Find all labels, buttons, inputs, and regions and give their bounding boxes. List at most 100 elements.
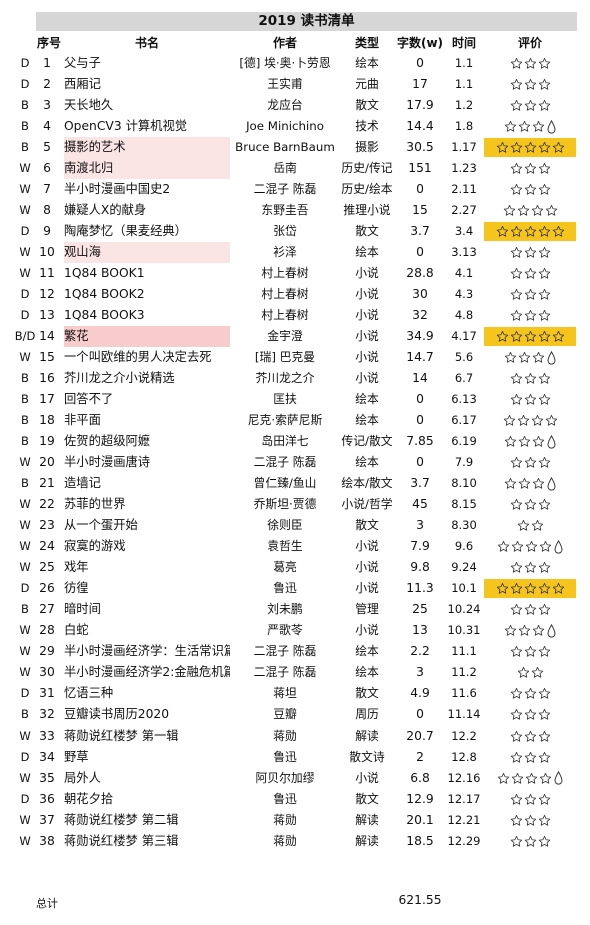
- star-icon: [538, 310, 550, 321]
- type-cell: W: [19, 623, 31, 638]
- genre-cell: 绘本: [355, 455, 379, 470]
- table-row: B 16 芥川龙之介小说精选 芥川龙之介 小说 14 6.7: [0, 368, 590, 389]
- table-row: W 30 半小时漫画经济学2:金融危机篇 二混子 陈磊 绘本 3 11.2: [0, 662, 590, 683]
- row-number: 29: [39, 644, 55, 659]
- read-date: 1.8: [454, 119, 474, 134]
- word-count: 4.9: [410, 686, 430, 701]
- book-title: 1Q84 BOOK3: [64, 308, 145, 323]
- book-title: 半小时漫画中国史2: [64, 182, 171, 197]
- star-icon: [532, 478, 545, 489]
- genre-cell: 管理: [355, 602, 379, 617]
- word-count: 45: [412, 497, 428, 512]
- word-count: 18.5: [406, 833, 434, 848]
- star-icon: [510, 394, 522, 405]
- genre-cell: 绘本: [355, 392, 379, 407]
- genre-cell: 推理小说: [343, 203, 391, 218]
- word-count: 25: [412, 602, 428, 617]
- star-icon: [510, 730, 522, 742]
- word-count: 0: [416, 707, 424, 722]
- star-icon: [496, 226, 508, 237]
- star-icon: [517, 415, 529, 426]
- rating: [484, 579, 576, 599]
- table-row: B 27 暗时间 刘未鹏 管理 25 10.24: [0, 599, 590, 620]
- type-cell: W: [19, 266, 31, 281]
- star-icon: [552, 142, 564, 153]
- star-icon: [531, 415, 543, 426]
- word-count: 17.9: [406, 98, 434, 113]
- rating: [484, 306, 576, 325]
- row-number: 33: [39, 728, 55, 743]
- rating: [484, 117, 576, 136]
- half-star-icon: [554, 771, 563, 785]
- genre-cell: 周历: [355, 707, 379, 722]
- genre-cell: 小说: [355, 371, 379, 386]
- type-cell: D: [20, 224, 30, 239]
- star-icon: [524, 142, 536, 153]
- row-number: 15: [39, 350, 55, 365]
- table-row: D 36 朝花夕拾 鲁迅 散文 12.9 12.17: [0, 789, 590, 810]
- author-cell: 阿贝尔加缪: [255, 770, 315, 785]
- star-icon: [524, 688, 536, 700]
- star-icon: [510, 835, 522, 847]
- star-icon: [538, 562, 550, 574]
- star-icon: [496, 142, 508, 153]
- author-cell: 衫泽: [273, 245, 297, 260]
- read-date: 4.1: [454, 266, 474, 281]
- header-genre: 类型: [354, 36, 379, 50]
- star-icon: [503, 415, 515, 426]
- type-cell: W: [19, 455, 31, 470]
- read-date: 11.14: [447, 707, 481, 722]
- type-cell: B/D: [14, 329, 36, 344]
- word-count: 0: [416, 182, 424, 197]
- author-cell: 严歌苓: [267, 623, 303, 638]
- star-icon: [510, 268, 522, 279]
- book-list: D 1 父与子 [德] 埃·奥·卜劳恩 绘本 0 1.1 D 2 西厢记 王实甫 元曲 17 1.1 B 3 天…: [0, 53, 590, 852]
- read-date: 12.21: [447, 812, 481, 827]
- genre-cell: 解读: [355, 833, 379, 848]
- book-title: 摄影的艺术: [64, 137, 230, 159]
- read-date: 6.13: [451, 392, 477, 407]
- star-icon: [524, 583, 536, 595]
- author-cell: 金宇澄: [267, 329, 303, 344]
- word-count: 2: [416, 749, 424, 764]
- star-icon: [504, 625, 517, 637]
- read-date: 9.24: [451, 560, 477, 575]
- row-number: 20: [39, 455, 55, 470]
- type-cell: B: [21, 434, 29, 449]
- star-icon: [518, 120, 531, 132]
- rating: [484, 748, 576, 767]
- rating: [484, 684, 576, 703]
- row-number: 3: [43, 98, 51, 113]
- read-date: 4.3: [454, 287, 474, 302]
- star-icon: [538, 583, 550, 595]
- word-count: 7.9: [410, 539, 430, 554]
- type-cell: W: [19, 812, 31, 827]
- rating: [484, 453, 576, 472]
- star-icon: [552, 583, 564, 595]
- row-number: 38: [39, 833, 55, 848]
- read-date: 12.29: [447, 833, 481, 848]
- read-date: 6.19: [451, 434, 477, 449]
- star-icon: [510, 163, 522, 174]
- word-count: 3: [416, 518, 424, 533]
- star-icon: [524, 751, 536, 763]
- word-count: 14: [412, 371, 428, 386]
- type-cell: B: [21, 707, 29, 722]
- read-date: 10.1: [451, 581, 477, 596]
- star-icon: [532, 436, 545, 447]
- row-number: 18: [39, 413, 55, 428]
- star-icon: [510, 184, 522, 195]
- row-number: 11: [39, 266, 55, 281]
- sheet-title: 2019 读书清单: [36, 12, 577, 31]
- book-title: 局外人: [64, 770, 101, 785]
- star-icon: [525, 772, 538, 784]
- author-cell: 尼克·索萨尼斯: [247, 413, 323, 428]
- type-cell: D: [20, 581, 30, 596]
- star-icon: [538, 268, 550, 279]
- type-cell: W: [19, 728, 31, 743]
- row-number: 16: [39, 371, 55, 386]
- author-cell: 东野圭吾: [261, 203, 309, 218]
- star-icon: [524, 57, 536, 69]
- half-star-icon: [547, 434, 556, 449]
- star-icon: [524, 268, 536, 279]
